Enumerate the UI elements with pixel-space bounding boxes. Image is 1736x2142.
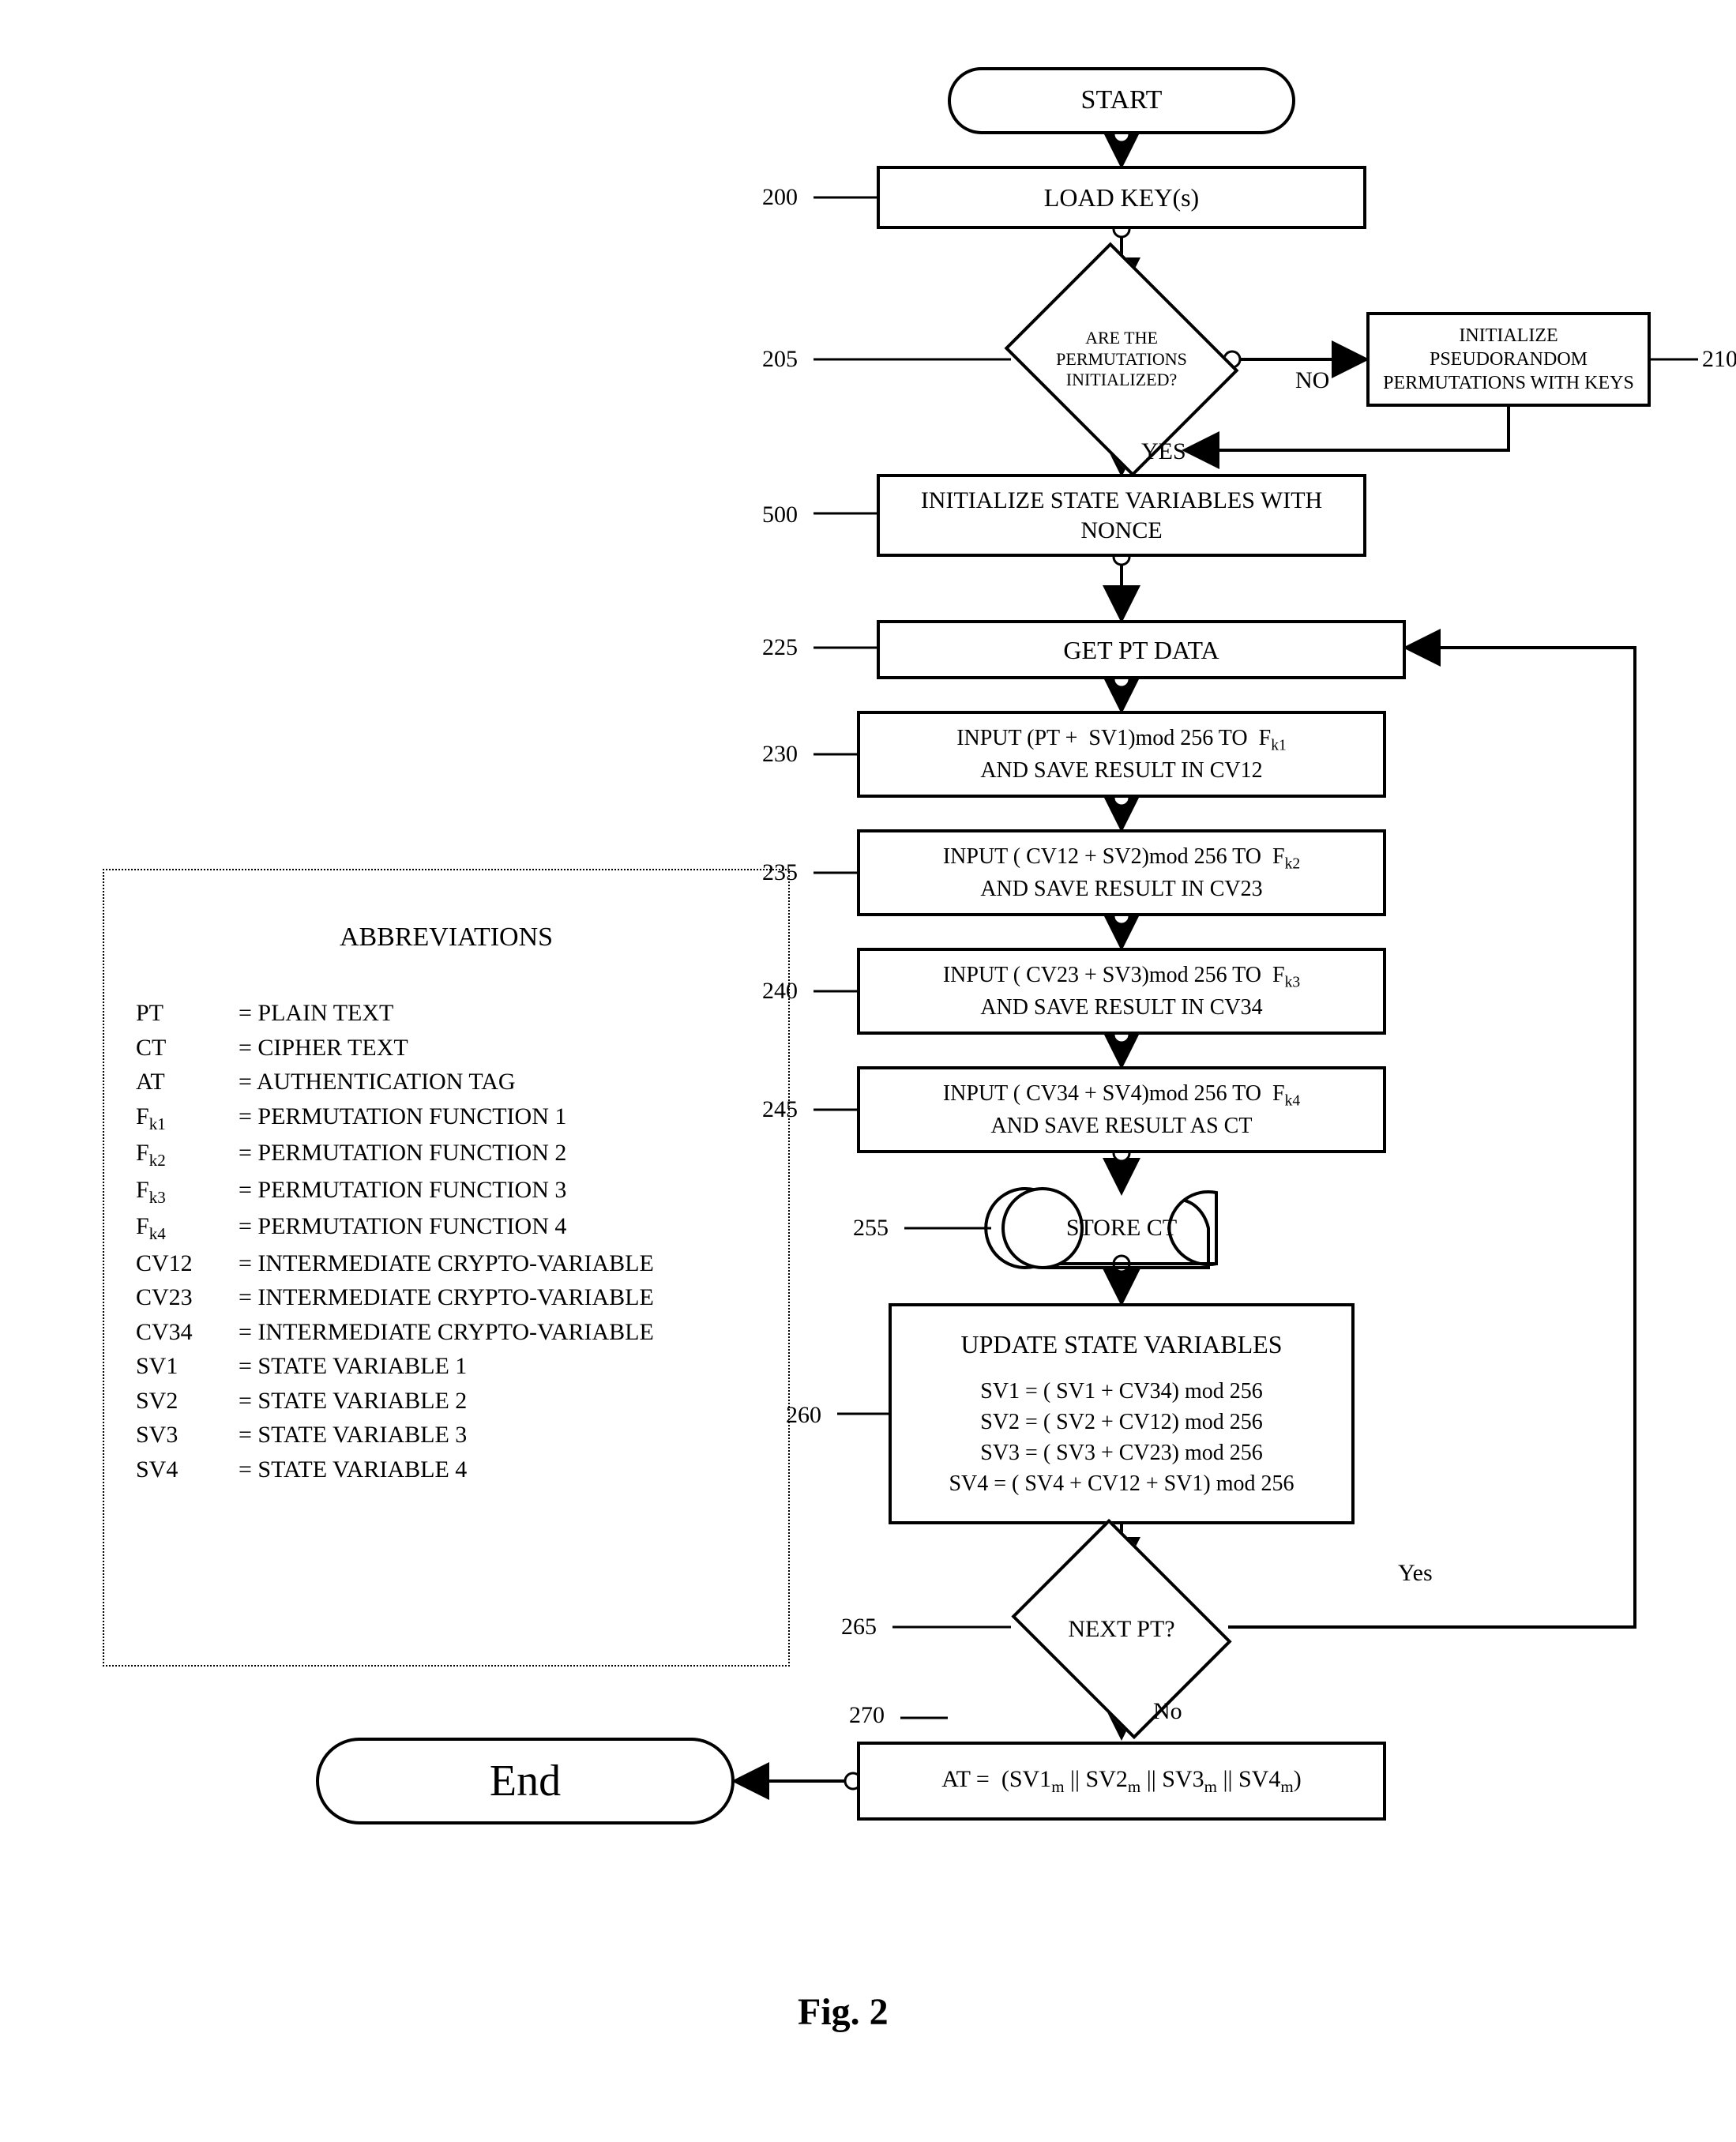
init-state-text: INITIALIZE STATE VARIABLES WITH NONCE: [889, 486, 1354, 545]
store-ct: STORE CT: [1027, 1204, 1216, 1252]
abbrev-row: SV3= STATE VARIABLE 3: [136, 1418, 757, 1452]
edge-yes-2: Yes: [1398, 1560, 1433, 1587]
process-init-perm: INITIALIZE PSEUDORANDOM PERMUTATIONS WIT…: [1366, 312, 1651, 407]
init-perm-text: INITIALIZE PSEUDORANDOM PERMUTATIONS WIT…: [1379, 324, 1638, 395]
process-update-state: UPDATE STATE VARIABLES SV1 = ( SV1 + CV3…: [889, 1303, 1355, 1524]
store-ct-text: STORE CT: [1066, 1215, 1177, 1242]
edge-no-2: No: [1153, 1698, 1182, 1725]
ref-230: 230: [762, 741, 798, 768]
ref-265: 265: [841, 1614, 877, 1640]
abbrev-row: Fk2= PERMUTATION FUNCTION 2: [136, 1136, 757, 1172]
ref-270: 270: [849, 1702, 885, 1729]
start-terminator: START: [948, 67, 1295, 134]
abbrev-rows: PT= PLAIN TEXT CT= CIPHER TEXT AT= AUTHE…: [136, 996, 757, 1486]
ref-260: 260: [786, 1402, 821, 1429]
abbrev-row: SV1= STATE VARIABLE 1: [136, 1349, 757, 1384]
decision-perm-text: ARE THE PERMUTATIONS INITIALIZED?: [1031, 284, 1212, 434]
process-step-235: INPUT ( CV12 + SV2)mod 256 TO Fk2AND SAV…: [857, 829, 1386, 916]
decision-next-pt: NEXT PT?: [1035, 1560, 1208, 1698]
ref-210: 210: [1702, 346, 1736, 373]
ref-255: 255: [853, 1215, 889, 1242]
update-line-3: SV3 = ( SV3 + CV23) mod 256: [980, 1437, 1263, 1468]
at-eq-text: AT = (SV1m || SV2m || SV3m || SV4m): [941, 1764, 1301, 1797]
edge-no-1: NO: [1295, 367, 1329, 394]
step230-text: INPUT (PT + SV1)mod 256 TO Fk1AND SAVE R…: [956, 724, 1287, 784]
step240-text: INPUT ( CV23 + SV3)mod 256 TO Fk3AND SAV…: [943, 961, 1300, 1020]
process-at-eq: AT = (SV1m || SV2m || SV3m || SV4m): [857, 1742, 1386, 1821]
update-title: UPDATE STATE VARIABLES: [961, 1328, 1283, 1360]
start-text: START: [1081, 84, 1163, 118]
abbrev-row: PT= PLAIN TEXT: [136, 996, 757, 1031]
abbrev-row: Fk3= PERMUTATION FUNCTION 3: [136, 1173, 757, 1209]
abbrev-row: CT= CIPHER TEXT: [136, 1031, 757, 1065]
edge-yes-1: YES: [1141, 438, 1186, 465]
process-load-keys: LOAD KEY(s): [877, 166, 1366, 229]
abbrev-row: SV2= STATE VARIABLE 2: [136, 1384, 757, 1419]
ref-500: 500: [762, 502, 798, 528]
abbrev-row: CV23= INTERMEDIATE CRYPTO-VARIABLE: [136, 1280, 757, 1315]
update-line-1: SV1 = ( SV1 + CV34) mod 256: [980, 1376, 1263, 1407]
figure-label: Fig. 2: [798, 1990, 889, 2034]
step235-text: INPUT ( CV12 + SV2)mod 256 TO Fk2AND SAV…: [943, 843, 1300, 902]
end-text: End: [490, 1753, 561, 1809]
abbrev-title: ABBREVIATIONS: [136, 918, 757, 956]
abbrev-row: Fk4= PERMUTATION FUNCTION 4: [136, 1209, 757, 1246]
load-keys-text: LOAD KEY(s): [1044, 182, 1199, 213]
abbrev-row: CV12= INTERMEDIATE CRYPTO-VARIABLE: [136, 1246, 757, 1281]
abbrev-row: AT= AUTHENTICATION TAG: [136, 1065, 757, 1099]
ref-200: 200: [762, 184, 798, 211]
abbreviations-box: ABBREVIATIONS PT= PLAIN TEXT CT= CIPHER …: [103, 869, 790, 1667]
get-pt-text: GET PT DATA: [1063, 634, 1219, 666]
step245-text: INPUT ( CV34 + SV4)mod 256 TO Fk4AND SAV…: [943, 1080, 1300, 1139]
ref-225: 225: [762, 634, 798, 661]
abbrev-row: CV34= INTERMEDIATE CRYPTO-VARIABLE: [136, 1315, 757, 1350]
update-line-4: SV4 = ( SV4 + CV12 + SV1) mod 256: [949, 1468, 1294, 1499]
update-line-2: SV2 = ( SV2 + CV12) mod 256: [980, 1407, 1263, 1437]
process-step-230: INPUT (PT + SV1)mod 256 TO Fk1AND SAVE R…: [857, 711, 1386, 798]
abbrev-row: Fk1= PERMUTATION FUNCTION 1: [136, 1099, 757, 1136]
abbrev-row: SV4= STATE VARIABLE 4: [136, 1452, 757, 1487]
process-init-state: INITIALIZE STATE VARIABLES WITH NONCE: [877, 474, 1366, 557]
decision-next-text: NEXT PT?: [1035, 1560, 1208, 1698]
ref-205: 205: [762, 346, 798, 373]
process-step-240: INPUT ( CV23 + SV3)mod 256 TO Fk3AND SAV…: [857, 948, 1386, 1035]
end-terminator: End: [316, 1738, 735, 1824]
process-step-245: INPUT ( CV34 + SV4)mod 256 TO Fk4AND SAV…: [857, 1066, 1386, 1153]
decision-permutations: ARE THE PERMUTATIONS INITIALIZED?: [1031, 284, 1212, 434]
process-get-pt: GET PT DATA: [877, 620, 1406, 679]
